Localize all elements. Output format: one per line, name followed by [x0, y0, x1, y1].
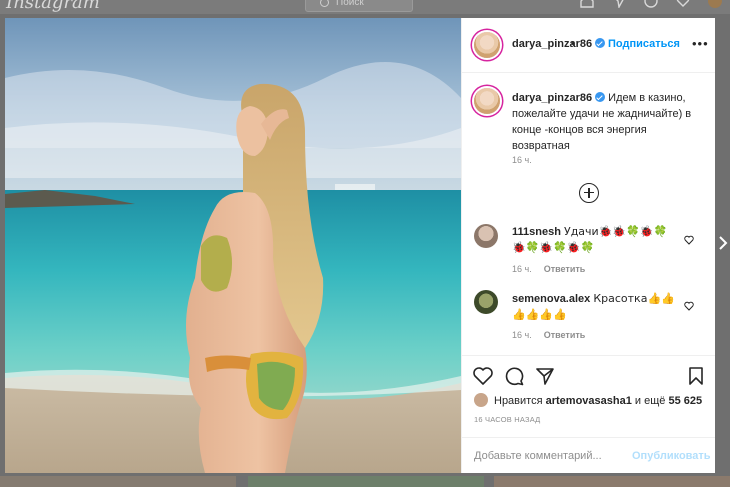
separator-dot: •: [571, 38, 575, 50]
comment-username[interactable]: semenova.alex: [512, 293, 590, 305]
liker-avatar: [474, 393, 488, 407]
caption-time: 16 ч.: [512, 155, 532, 165]
save-bookmark-icon[interactable]: [685, 365, 707, 387]
likes-count[interactable]: 55 625: [668, 395, 702, 407]
like-heart-icon[interactable]: [472, 365, 494, 387]
caption-avatar[interactable]: [474, 88, 500, 114]
liker-username[interactable]: artemovasasha1: [546, 395, 632, 407]
nav-icons: [580, 0, 722, 8]
author-avatar[interactable]: [474, 32, 500, 58]
likes-summary[interactable]: Нравится artemovasasha1 и ещё 55 625: [474, 393, 702, 407]
comment-item: semenova.alex Красотка👍👍👍👍👍👍: [512, 291, 677, 323]
search-icon: [320, 0, 329, 7]
verified-badge-icon: [595, 38, 606, 48]
profile-avatar[interactable]: [708, 0, 722, 8]
comment-item: 111snesh Удачи🐞🐞🍀🐞🍀🐞🍀🐞🍀🐞🍀: [512, 224, 677, 256]
post-caption: darya_pinzar86 Идем в казино, пожелайте …: [512, 90, 702, 154]
more-options-icon[interactable]: •••: [692, 36, 709, 51]
publish-button[interactable]: Опубликовать: [632, 450, 711, 462]
comment-avatar[interactable]: [474, 224, 498, 248]
comment-time: 16 ч.: [512, 330, 532, 340]
search-placeholder: Поиск: [336, 0, 364, 8]
comment-meta: 16 ч. Ответить: [512, 330, 585, 340]
caption-username[interactable]: darya_pinzar86: [512, 92, 592, 104]
comment-like-heart-icon[interactable]: [684, 298, 694, 311]
grid-thumbnail: [494, 476, 730, 487]
comment-username[interactable]: 111snesh: [512, 226, 561, 238]
comment-avatar[interactable]: [474, 290, 498, 314]
search-box[interactable]: Поиск: [305, 0, 413, 12]
comment-icon[interactable]: [503, 365, 525, 387]
follow-button[interactable]: Подписаться: [608, 38, 680, 50]
comment-like-heart-icon[interactable]: [684, 232, 694, 245]
top-navigation: Instagram Поиск: [0, 0, 730, 14]
explore-icon[interactable]: [644, 0, 658, 8]
comment-time: 16 ч.: [512, 264, 532, 274]
reply-button[interactable]: Ответить: [544, 264, 586, 274]
instagram-logo[interactable]: Instagram: [6, 0, 100, 13]
post-side-panel: darya_pinzar86 • Подписаться ••• darya_p…: [461, 18, 715, 473]
grid-thumbnail: [248, 476, 484, 487]
activity-heart-icon[interactable]: [676, 0, 690, 8]
post-photo[interactable]: [5, 18, 461, 473]
share-icon[interactable]: [534, 365, 556, 387]
author-username[interactable]: darya_pinzar86: [512, 38, 606, 50]
comment-input[interactable]: [474, 447, 624, 465]
add-comment-bar: Опубликовать: [462, 437, 715, 474]
home-icon[interactable]: [580, 0, 594, 8]
post-timestamp[interactable]: 16 ЧАСОВ НАЗАД: [474, 415, 540, 424]
next-post-arrow-icon[interactable]: [718, 236, 728, 250]
comment-meta: 16 ч. Ответить: [512, 264, 585, 274]
reply-button[interactable]: Ответить: [544, 330, 586, 340]
grid-thumbnail: [0, 476, 236, 487]
post-header: darya_pinzar86 • Подписаться •••: [462, 18, 715, 73]
load-more-comments-icon[interactable]: [579, 183, 599, 203]
verified-badge-icon: [595, 92, 606, 102]
direct-icon[interactable]: [612, 0, 626, 8]
